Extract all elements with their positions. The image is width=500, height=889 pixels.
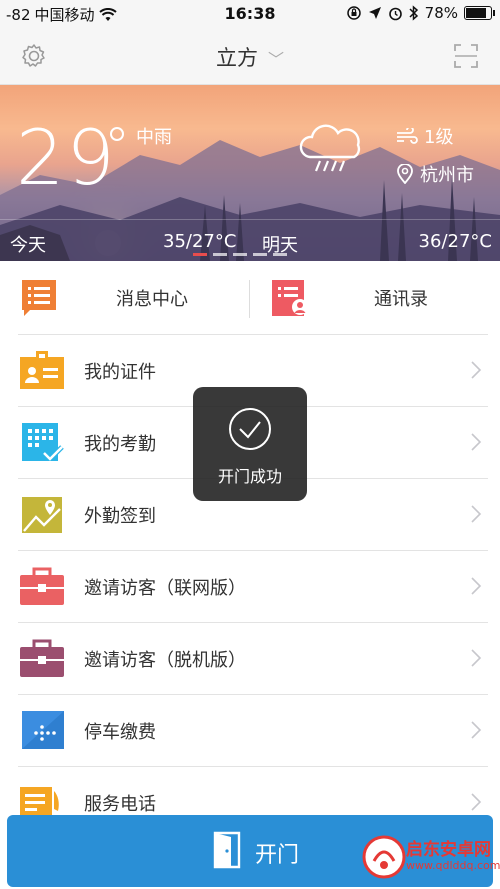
list-item-invite-offline[interactable]: 邀请访客（脱机版） xyxy=(0,622,500,694)
message-list-icon xyxy=(22,280,56,316)
watermark-logo-icon xyxy=(362,835,406,879)
chevron-right-icon xyxy=(471,505,482,523)
list-item-label: 我的考勤 xyxy=(84,434,156,455)
list-item-label: 我的证件 xyxy=(84,362,156,383)
quick-divider xyxy=(249,280,250,318)
toast-message: 开门成功 xyxy=(217,467,282,486)
contacts-icon xyxy=(272,280,308,316)
battery-percent: 78% xyxy=(424,4,458,22)
wind-level: 1级 xyxy=(424,127,454,148)
tomorrow-range: 36/27°C xyxy=(418,231,492,252)
scan-qr-icon[interactable] xyxy=(452,42,480,70)
row-divider xyxy=(18,550,488,551)
chevron-right-icon xyxy=(471,649,482,667)
bluetooth-icon xyxy=(409,5,418,21)
alarm-icon xyxy=(388,7,402,20)
carousel-dot xyxy=(253,253,267,256)
map-pin-icon xyxy=(22,497,62,533)
weather-banner[interactable]: 29 中雨 1级 杭州市 今天 35/27°C 明天 36/27°C xyxy=(0,85,500,261)
chevron-down-icon: ﹀ xyxy=(267,50,284,69)
page-title: 立方 xyxy=(215,46,258,70)
open-door-label: 开门 xyxy=(255,843,300,868)
chevron-right-icon xyxy=(471,577,482,595)
chevron-right-icon xyxy=(471,361,482,379)
list-item-parking[interactable]: 停车缴费 xyxy=(0,694,500,766)
site-watermark: 启东安卓网 www.qdlddq.com xyxy=(360,825,500,889)
list-item-invite-online[interactable]: 邀请访客（联网版） xyxy=(0,550,500,622)
nav-bar: 立方 ﹀ xyxy=(0,28,500,85)
community-selector[interactable]: 立方 ﹀ xyxy=(0,42,500,72)
status-bar: -82 中国移动 16:38 78% xyxy=(0,0,500,28)
watermark-title: 启东安卓网 xyxy=(406,840,491,860)
watermark-url: www.qdlddq.com xyxy=(406,859,500,872)
rotation-lock-icon xyxy=(346,6,361,20)
contacts-label: 通讯录 xyxy=(374,289,428,310)
briefcase-icon xyxy=(20,639,64,677)
chevron-right-icon xyxy=(471,721,482,739)
battery-fill xyxy=(466,8,487,18)
forecast-divider xyxy=(0,219,500,220)
city-name: 杭州市 xyxy=(420,165,474,186)
list-item-label: 服务电话 xyxy=(84,794,156,815)
today-range: 35/27°C xyxy=(163,231,237,252)
current-temperature: 29 xyxy=(16,113,117,202)
location-pin-icon xyxy=(397,164,413,184)
city-info: 杭州市 xyxy=(396,161,474,187)
row-divider xyxy=(18,694,488,695)
door-icon xyxy=(213,831,241,869)
list-item-label: 邀请访客（脱机版） xyxy=(84,650,246,671)
chevron-right-icon xyxy=(471,793,482,811)
carousel-dot xyxy=(273,253,287,256)
wind-icon xyxy=(397,128,418,144)
location-arrow-icon xyxy=(368,7,381,19)
parking-card-icon xyxy=(22,711,64,749)
message-center-button[interactable]: 消息中心 xyxy=(20,278,188,318)
chevron-right-icon xyxy=(471,433,482,451)
contacts-button[interactable]: 通讯录 xyxy=(270,278,428,318)
list-item-label: 邀请访客（联网版） xyxy=(84,578,246,599)
carousel-dot-active xyxy=(193,253,207,256)
today-label: 今天 xyxy=(10,235,46,256)
id-card-icon xyxy=(20,351,64,389)
list-item-label: 外勤签到 xyxy=(84,506,156,527)
wind-info: 1级 xyxy=(396,123,453,149)
carousel-dot xyxy=(233,253,247,256)
weather-condition: 中雨 xyxy=(136,127,172,148)
rain-cloud-icon xyxy=(299,124,361,172)
quick-actions: 消息中心 通讯录 xyxy=(0,262,500,334)
row-divider xyxy=(18,334,488,335)
attendance-calendar-icon xyxy=(22,423,64,461)
row-divider xyxy=(18,622,488,623)
carousel-indicator xyxy=(193,253,287,256)
briefcase-icon xyxy=(20,567,64,605)
row-divider xyxy=(18,766,488,767)
degree-symbol xyxy=(110,127,124,141)
carousel-dot xyxy=(213,253,227,256)
check-circle-icon xyxy=(229,408,271,450)
status-right: 78% xyxy=(346,4,495,22)
battery-icon xyxy=(464,6,495,20)
success-toast: 开门成功 xyxy=(193,387,307,501)
list-item-label: 停车缴费 xyxy=(84,722,156,743)
message-center-label: 消息中心 xyxy=(116,289,188,310)
